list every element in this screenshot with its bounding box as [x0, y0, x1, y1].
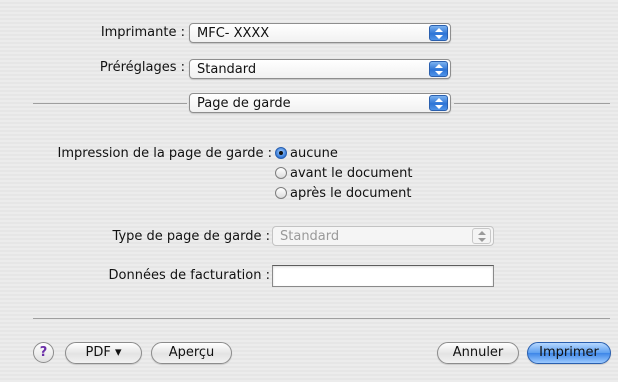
- cover-type-value: Standard: [280, 229, 340, 244]
- radio-after-document[interactable]: après le document: [275, 186, 412, 202]
- cover-type-popup: Standard: [272, 226, 494, 246]
- panel-popup[interactable]: Page de garde: [189, 93, 451, 113]
- radio-none[interactable]: aucune: [275, 146, 338, 162]
- up-down-arrows-icon: [472, 228, 491, 244]
- separator-right: [454, 103, 610, 104]
- radio-button-icon: [275, 147, 287, 159]
- printer-popup[interactable]: MFC- XXXX: [189, 23, 451, 43]
- billing-label: Données de facturation :: [108, 268, 270, 283]
- presets-value: Standard: [197, 62, 257, 77]
- bottom-separator: [33, 318, 610, 319]
- printer-label: Imprimante :: [100, 25, 185, 40]
- printer-value: MFC- XXXX: [197, 26, 270, 41]
- cancel-button[interactable]: Annuler: [437, 342, 519, 364]
- panel-value: Page de garde: [197, 96, 291, 111]
- up-down-arrows-icon: [429, 61, 448, 77]
- print-button[interactable]: Imprimer: [527, 342, 611, 364]
- up-down-arrows-icon: [429, 25, 448, 41]
- radio-before-document[interactable]: avant le document: [275, 166, 412, 182]
- up-down-arrows-icon: [429, 95, 448, 111]
- presets-label: Préréglages :: [99, 60, 185, 75]
- separator-left: [33, 103, 187, 104]
- radio-button-icon: [275, 167, 287, 179]
- radio-before-label: avant le document: [290, 166, 413, 181]
- cover-page-label: Impression de la page de garde :: [57, 146, 272, 161]
- radio-button-icon: [275, 187, 287, 199]
- pdf-menu-button[interactable]: PDF ▾: [65, 342, 142, 364]
- billing-input[interactable]: [272, 265, 494, 287]
- help-button[interactable]: ?: [33, 342, 54, 363]
- radio-none-label: aucune: [290, 146, 338, 161]
- preview-button[interactable]: Aperçu: [151, 342, 232, 364]
- presets-popup[interactable]: Standard: [189, 59, 451, 79]
- radio-after-label: après le document: [290, 186, 412, 201]
- cover-type-label: Type de page de garde :: [112, 229, 270, 244]
